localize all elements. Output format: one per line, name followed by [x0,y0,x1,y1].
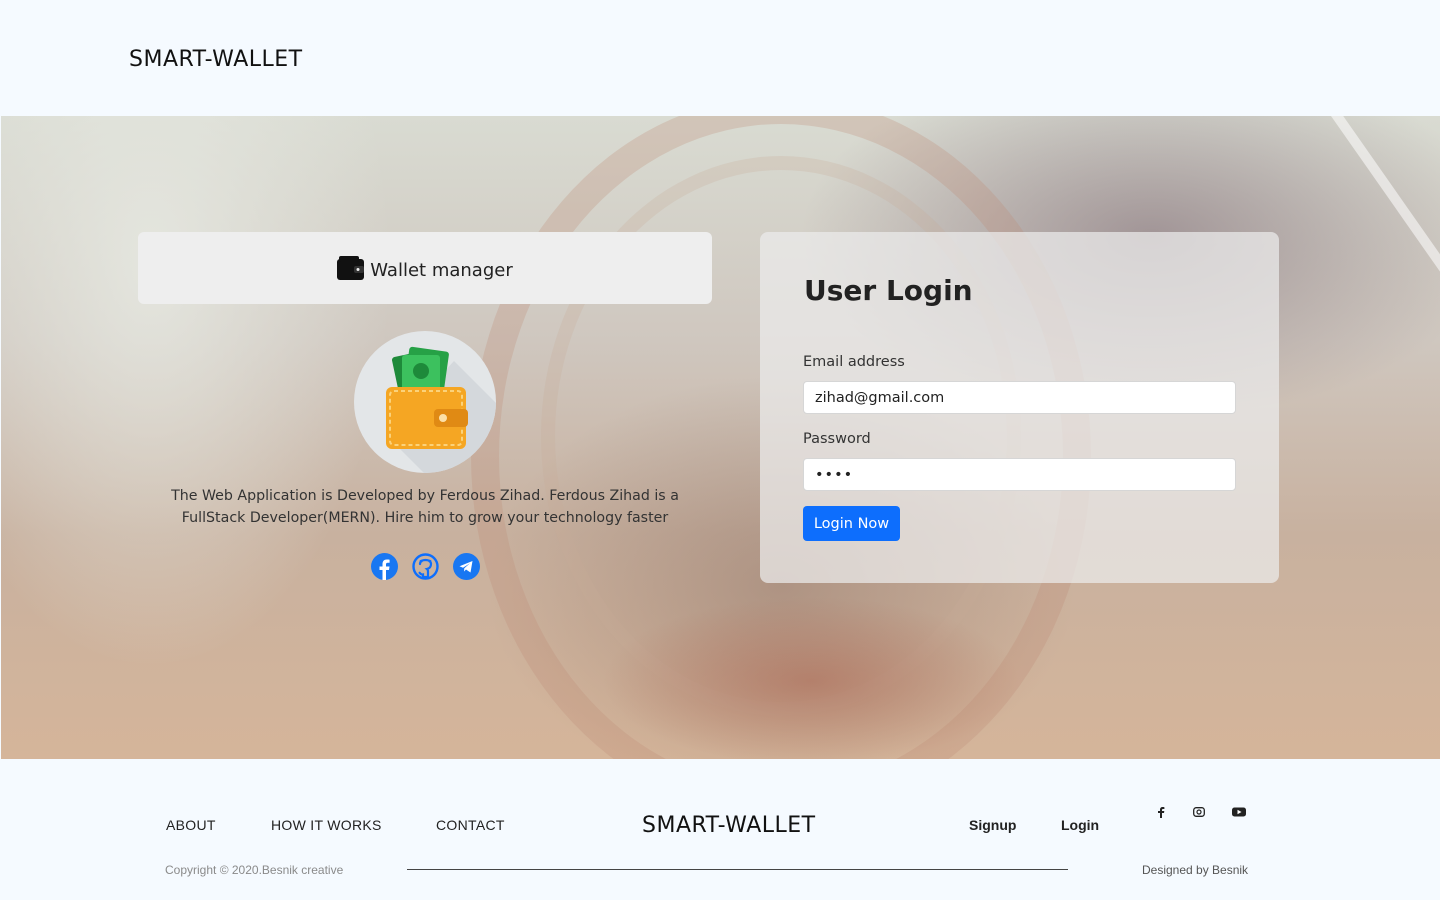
login-title: User Login [804,274,973,307]
social-links [371,553,480,580]
developer-description: The Web Application is Developed by Ferd… [171,488,679,526]
footer-nav-contact[interactable]: CONTACT [436,817,505,833]
copyright-text: Copyright © 2020.Besnik creative [165,863,344,877]
login-button[interactable]: Login Now [803,506,900,541]
footer-login-link[interactable]: Login [1061,817,1099,833]
footer-signup-link[interactable]: Signup [969,817,1016,833]
login-form: User Login Email address zihad@gmail.com… [760,232,1279,583]
site-footer: ABOUT HOW IT WORKS CONTACT SMART-WALLET … [0,759,1440,900]
designer-credit: Designed by Besnik [1142,863,1249,877]
footer-nav-how-it-works[interactable]: HOW IT WORKS [271,817,382,833]
wallet-manager-title: Wallet manager [370,259,513,281]
email-label: Email address [803,354,905,370]
hero-section: Wallet manager The Web Application is De… [1,116,1440,759]
background-coins [601,596,1021,759]
site-header: SMART-WALLET [0,0,1440,116]
facebook-icon[interactable] [371,553,398,580]
footer-brand[interactable]: SMART-WALLET [642,813,816,838]
brand-logo-text[interactable]: SMART-WALLET [129,47,303,72]
email-field[interactable]: zihad@gmail.com [803,381,1236,414]
youtube-icon[interactable] [1232,806,1246,818]
wallet-illustration [354,331,496,473]
instagram-icon[interactable] [1192,806,1206,818]
footer-nav-about[interactable]: ABOUT [166,817,216,833]
footer-divider [407,869,1068,870]
password-label: Password [803,431,871,447]
wallet-manager-banner: Wallet manager [138,232,712,304]
github-icon[interactable] [412,553,439,580]
password-field[interactable]: •••• [803,458,1236,491]
wallet-icon [337,256,365,280]
facebook-icon[interactable] [1154,806,1168,818]
background-light-streak [1331,116,1440,280]
telegram-icon[interactable] [453,553,480,580]
